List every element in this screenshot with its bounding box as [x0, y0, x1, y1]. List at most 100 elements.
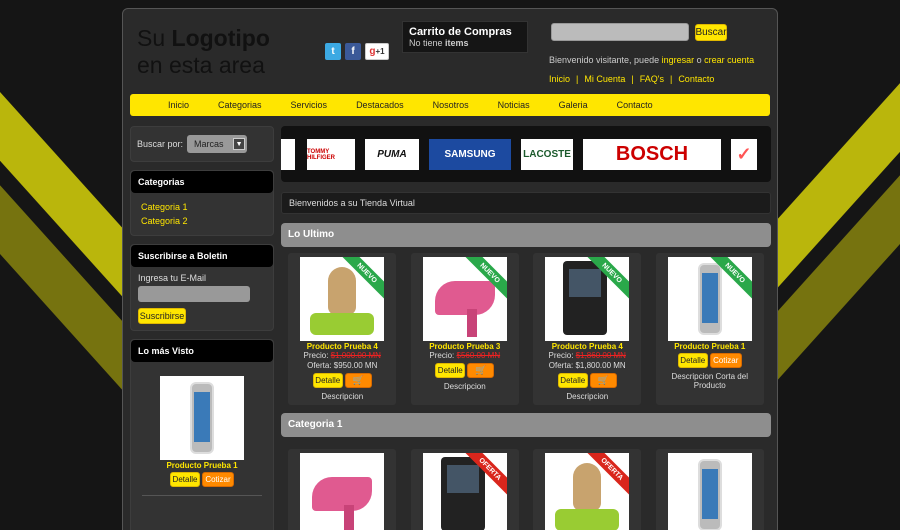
add-to-cart-icon[interactable]: 🛒 — [467, 363, 495, 378]
product-image[interactable]: NUEVO — [300, 257, 385, 341]
toplink-inicio[interactable]: Inicio — [549, 74, 570, 84]
detail-button[interactable]: Detalle — [170, 472, 200, 487]
detail-button[interactable]: Detalle — [557, 373, 588, 388]
product-card: OFERTA — [533, 449, 642, 530]
detail-button[interactable]: Detalle — [312, 373, 343, 388]
email-field[interactable] — [138, 286, 250, 302]
quote-button[interactable]: Cotizar — [709, 353, 742, 368]
product-image[interactable] — [160, 376, 244, 460]
menu-item-noticias[interactable]: Noticias — [498, 100, 530, 110]
menu-item-destacados[interactable]: Destacados — [356, 100, 404, 110]
facebook-icon[interactable]: f — [345, 43, 361, 60]
product-card: NUEVO Producto Prueba 4 Precio: $1,000.0… — [288, 253, 397, 405]
login-link[interactable]: ingresar — [662, 55, 695, 65]
main-content: TOMMY HILFIGER PUMA SAMSUNG LACOSTE BOSC… — [281, 126, 771, 530]
toplink-faqs[interactable]: FAQ's — [640, 74, 664, 84]
twitter-icon[interactable]: t — [325, 43, 341, 60]
brand-logo-samsung[interactable]: SAMSUNG — [429, 139, 511, 170]
add-to-cart-icon[interactable]: 🛒 — [589, 373, 617, 388]
product-description: Descripcion — [321, 392, 364, 401]
product-card — [655, 449, 764, 530]
most-viewed-title: Lo más Visto — [131, 340, 273, 362]
main-menu: Inicio Categorias Servicios Destacados N… — [130, 94, 770, 116]
product-image[interactable]: NUEVO — [422, 257, 507, 341]
category-products: OFERTA OFERTA — [281, 437, 771, 530]
product-name[interactable]: Producto Prueba 3 — [429, 342, 500, 351]
search-by-label: Buscar por: — [137, 139, 184, 149]
search-by-select[interactable]: Marcas ▼ — [187, 135, 248, 153]
product-price: Precio: $560.00 MN — [429, 351, 501, 360]
menu-item-nosotros[interactable]: Nosotros — [433, 100, 469, 110]
product-name[interactable]: Producto Prueba 4 — [552, 342, 623, 351]
category-link-2[interactable]: Categoria 2 — [141, 214, 263, 228]
top-links: Inicio | Mi Cuenta | FAQ's | Contacto — [549, 74, 715, 84]
product-description: Descripcion — [566, 392, 609, 401]
brand-logo-lacoste[interactable]: LACOSTE — [521, 139, 573, 170]
welcome-message: Bienvenido visitante, puede ingresar o c… — [549, 55, 755, 65]
product-offer: Oferta: $950.00 MN — [307, 361, 378, 370]
cart-title: Carrito de Compras — [409, 26, 512, 38]
category-link-1[interactable]: Categoria 1 — [141, 200, 263, 214]
logo[interactable]: Su Logotipo en esta area — [137, 25, 270, 79]
product-image[interactable]: NUEVO — [667, 257, 752, 341]
social-links: t f g +1 — [325, 43, 389, 60]
brand-logo-tommy[interactable]: TOMMY HILFIGER — [307, 139, 355, 170]
google-plus-icon[interactable]: g +1 — [365, 43, 389, 60]
search-by-box: Buscar por: Marcas ▼ — [130, 126, 274, 162]
categories-title: Categorias — [131, 171, 273, 193]
product-card: NUEVO Producto Prueba 3 Precio: $560.00 … — [410, 253, 519, 405]
product-offer: Oferta: $1,800.00 MN — [548, 361, 626, 370]
brand-logo-nike[interactable]: ✓ — [731, 139, 757, 170]
menu-item-contacto[interactable]: Contacto — [617, 100, 653, 110]
logo-line1: Su Logotipo — [137, 25, 270, 51]
product-card — [288, 449, 397, 530]
page-container: Su Logotipo en esta area t f g +1 Carrito… — [122, 8, 778, 530]
brand-logo-bosch[interactable]: BOSCH — [583, 139, 721, 170]
product-card: NUEVO Producto Prueba 4 Precio: $1,860.0… — [533, 253, 642, 405]
product-image[interactable] — [300, 453, 385, 530]
categories-box: Categorias Categoria 1 Categoria 2 — [130, 170, 274, 236]
toplink-mi-cuenta[interactable]: Mi Cuenta — [584, 74, 625, 84]
section-latest-title: Lo Ultimo — [281, 223, 771, 247]
toplink-contacto[interactable]: Contacto — [678, 74, 714, 84]
brand-logo[interactable] — [281, 139, 295, 170]
product-price: Precio: $1,000.00 MN — [303, 351, 381, 360]
product-image[interactable]: NUEVO — [545, 257, 630, 341]
welcome-bar: Bienvenidos a su Tienda Virtual — [281, 192, 771, 214]
detail-button[interactable]: Detalle — [435, 363, 466, 378]
subscribe-button[interactable]: Suscribirse — [138, 308, 186, 324]
brand-carousel: TOMMY HILFIGER PUMA SAMSUNG LACOSTE BOSC… — [281, 126, 771, 182]
brand-logo-puma[interactable]: PUMA — [365, 139, 419, 170]
product-image[interactable] — [667, 453, 752, 530]
product-image[interactable]: OFERTA — [422, 453, 507, 530]
product-image[interactable]: OFERTA — [545, 453, 630, 530]
quote-button[interactable]: Cotizar — [202, 472, 234, 487]
latest-products: NUEVO Producto Prueba 4 Precio: $1,000.0… — [281, 247, 771, 405]
newsletter-box: Suscribirse a Boletin Ingresa tu E-Mail … — [130, 244, 274, 331]
register-link[interactable]: crear cuenta — [704, 55, 754, 65]
menu-item-servicios[interactable]: Servicios — [291, 100, 328, 110]
product-name[interactable]: Producto Prueba 1 — [674, 342, 745, 351]
cart-status: No tiene items — [409, 38, 469, 48]
add-to-cart-icon[interactable]: 🛒 — [344, 373, 372, 388]
product-name[interactable]: Producto Prueba 4 — [307, 342, 378, 351]
menu-item-categorias[interactable]: Categorias — [218, 100, 262, 110]
chevron-down-icon: ▼ — [233, 138, 246, 150]
section-category-title: Categoria 1 — [281, 413, 771, 437]
menu-item-galeria[interactable]: Galeria — [559, 100, 588, 110]
product-description: Descripcion Corta del Producto — [671, 372, 748, 390]
most-viewed-box: Lo más Visto Producto Prueba 1 Detalle C… — [130, 339, 274, 530]
product-price: Precio: $1,860.00 MN — [548, 351, 626, 360]
detail-button[interactable]: Detalle — [677, 353, 708, 368]
product-card: NUEVO Producto Prueba 1 Detalle Cotizar D… — [655, 253, 764, 405]
product-card: OFERTA — [410, 449, 519, 530]
search-button[interactable]: Buscar — [695, 24, 727, 41]
product-name[interactable]: Producto Prueba 1 — [166, 461, 237, 470]
product-description: Descripcion — [443, 382, 486, 391]
newsletter-label: Ingresa tu E-Mail — [138, 273, 207, 283]
newsletter-title: Suscribirse a Boletin — [131, 245, 273, 267]
shopping-cart[interactable]: Carrito de Compras No tiene items — [402, 21, 528, 53]
sidebar: Buscar por: Marcas ▼ Categorias Categori… — [130, 126, 274, 530]
menu-item-inicio[interactable]: Inicio — [168, 100, 189, 110]
search-input[interactable] — [551, 23, 689, 41]
